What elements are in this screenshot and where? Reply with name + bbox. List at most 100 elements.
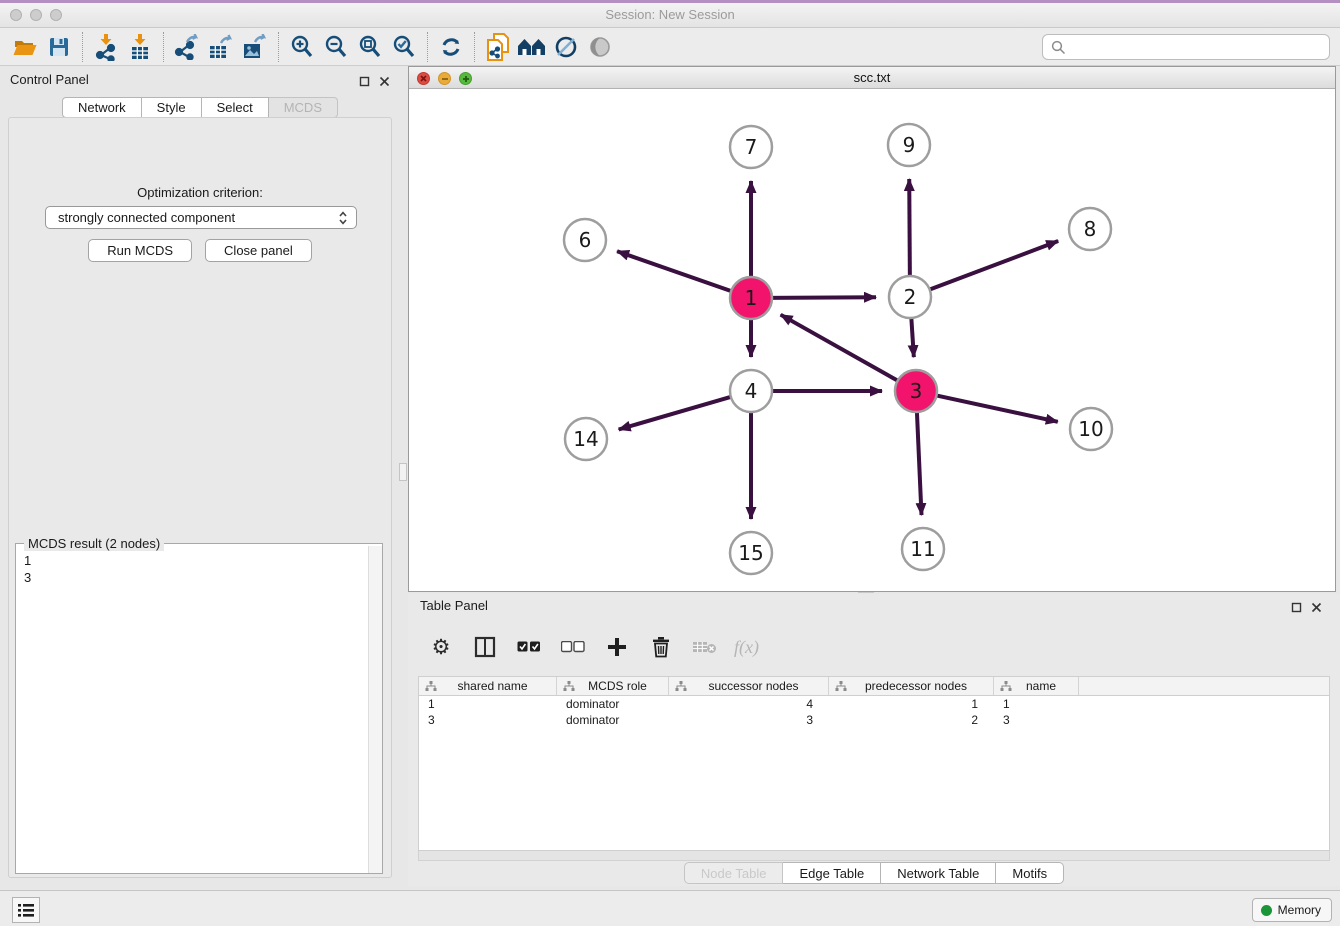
table-cell[interactable]: 3 [419, 712, 557, 728]
delete-table-button [690, 632, 720, 662]
column-layout-button[interactable] [470, 632, 500, 662]
refresh-icon [438, 34, 464, 60]
add-row-button[interactable] [602, 632, 632, 662]
export-table-button[interactable] [204, 31, 238, 63]
column-header-label: name [1012, 679, 1078, 693]
table-header-row: shared nameMCDS role successor nodes prede… [419, 677, 1329, 696]
tab-mcds[interactable]: MCDS [269, 97, 338, 118]
network-frame-titlebar[interactable]: scc.txt [409, 67, 1335, 89]
table-panel-title: Table Panel [420, 598, 488, 613]
table-cell[interactable]: dominator [557, 712, 669, 728]
apply-style-button[interactable] [549, 31, 583, 63]
select-all-button[interactable] [514, 632, 544, 662]
apply-function-button: f(x) [734, 632, 759, 662]
open-session-button[interactable] [8, 31, 42, 63]
column-header-MCDS-role[interactable]: MCDS role [557, 677, 669, 695]
column-header-name[interactable]: name [994, 677, 1079, 695]
vertical-splitter-grip[interactable] [399, 463, 407, 481]
graph-edge-2-8[interactable] [928, 241, 1058, 290]
deselect-all-button[interactable] [558, 632, 588, 662]
close-table-panel-button[interactable] [1311, 600, 1322, 618]
toolbar-separator [163, 32, 164, 62]
refresh-view-button[interactable] [434, 31, 468, 63]
eye-icon [587, 34, 613, 60]
graph-node-label-2: 2 [904, 285, 917, 309]
graph-edge-2-3[interactable] [911, 316, 914, 357]
zoom-in-button[interactable] [285, 31, 319, 63]
search-field[interactable] [1042, 34, 1330, 60]
fx-icon: f(x) [734, 637, 759, 658]
graph-node-label-1: 1 [745, 286, 758, 310]
node-table: shared nameMCDS role successor nodes prede… [418, 676, 1330, 851]
table-cell[interactable]: 1 [419, 696, 557, 712]
network-canvas[interactable]: 7968124314101511 [409, 89, 1335, 591]
tab-edge-table[interactable]: Edge Table [783, 862, 881, 884]
zoom-selected-button[interactable] [387, 31, 421, 63]
criterion-select[interactable]: strongly connected component [45, 206, 357, 229]
float-panel-button[interactable] [359, 74, 370, 92]
columns-icon [474, 636, 496, 658]
duplicate-network-button[interactable] [481, 31, 515, 63]
tab-network[interactable]: Network [62, 97, 142, 118]
optimization-criterion-label: Optimization criterion: [9, 185, 391, 200]
column-header-predecessor-nodes[interactable]: predecessor nodes [829, 677, 994, 695]
column-header-shared-name[interactable]: shared name [419, 677, 557, 695]
table-cell[interactable]: dominator [557, 696, 669, 712]
export-network-button[interactable] [170, 31, 204, 63]
memory-button[interactable]: Memory [1252, 898, 1332, 922]
table-cell[interactable]: 3 [994, 712, 1079, 728]
graph-edge-2-9[interactable] [909, 179, 910, 278]
graph-node-label-15: 15 [738, 541, 763, 565]
export-image-button[interactable] [238, 31, 272, 63]
table-hscrollbar[interactable] [418, 851, 1330, 861]
zoom-selected-icon [391, 34, 417, 60]
task-history-button[interactable] [12, 897, 40, 923]
mcds-result-group: MCDS result (2 nodes) 1 3 [15, 543, 383, 874]
hierarchy-icon [425, 681, 437, 692]
tab-node-table[interactable]: Node Table [684, 862, 784, 884]
column-header-label: predecessor nodes [847, 679, 993, 693]
column-header-successor-nodes[interactable]: successor nodes [669, 677, 829, 695]
table-row[interactable]: 1dominator411 [419, 696, 1329, 712]
graph-edge-3-10[interactable] [935, 395, 1058, 422]
result-line: 3 [24, 569, 360, 586]
tab-select[interactable]: Select [202, 97, 269, 118]
save-session-button[interactable] [42, 31, 76, 63]
search-input[interactable] [1072, 40, 1321, 55]
window-titlebar: Session: New Session [0, 3, 1340, 28]
graph-edge-1-6[interactable] [617, 251, 733, 292]
first-neighbors-button[interactable] [515, 31, 549, 63]
result-scrollbar[interactable] [368, 546, 382, 873]
table-panel-tabs: Node Table Edge Table Network Table Moti… [408, 862, 1340, 884]
table-settings-button[interactable]: ⚙ [426, 632, 456, 662]
table-cell[interactable]: 1 [994, 696, 1079, 712]
table-row[interactable]: 3dominator323 [419, 712, 1329, 728]
import-network-button[interactable] [89, 31, 123, 63]
graph-node-label-6: 6 [579, 228, 592, 252]
hierarchy-icon [835, 681, 847, 692]
mcds-result-text[interactable]: 1 3 [16, 546, 368, 873]
tab-style[interactable]: Style [142, 97, 202, 118]
graph-edge-3-11[interactable] [917, 410, 922, 515]
zoom-out-button[interactable] [319, 31, 353, 63]
list-icon [17, 903, 35, 918]
table-cell[interactable]: 4 [669, 696, 829, 712]
table-cell[interactable]: 2 [829, 712, 994, 728]
column-header-label: successor nodes [687, 679, 828, 693]
run-mcds-button[interactable]: Run MCDS [88, 239, 192, 262]
show-hide-button[interactable] [583, 31, 617, 63]
graph-edge-4-14[interactable] [619, 396, 733, 429]
toolbar-separator [278, 32, 279, 62]
graph-edge-1-2[interactable] [770, 297, 876, 298]
table-cell[interactable]: 3 [669, 712, 829, 728]
zoom-fit-button[interactable] [353, 31, 387, 63]
tab-network-table[interactable]: Network Table [881, 862, 996, 884]
close-panel-action-button[interactable]: Close panel [205, 239, 312, 262]
float-table-panel-button[interactable] [1291, 600, 1302, 618]
graph-edge-3-1[interactable] [781, 315, 900, 382]
import-table-button[interactable] [123, 31, 157, 63]
tab-motifs[interactable]: Motifs [996, 862, 1064, 884]
delete-row-button[interactable] [646, 632, 676, 662]
close-panel-button[interactable] [379, 74, 390, 92]
table-cell[interactable]: 1 [829, 696, 994, 712]
